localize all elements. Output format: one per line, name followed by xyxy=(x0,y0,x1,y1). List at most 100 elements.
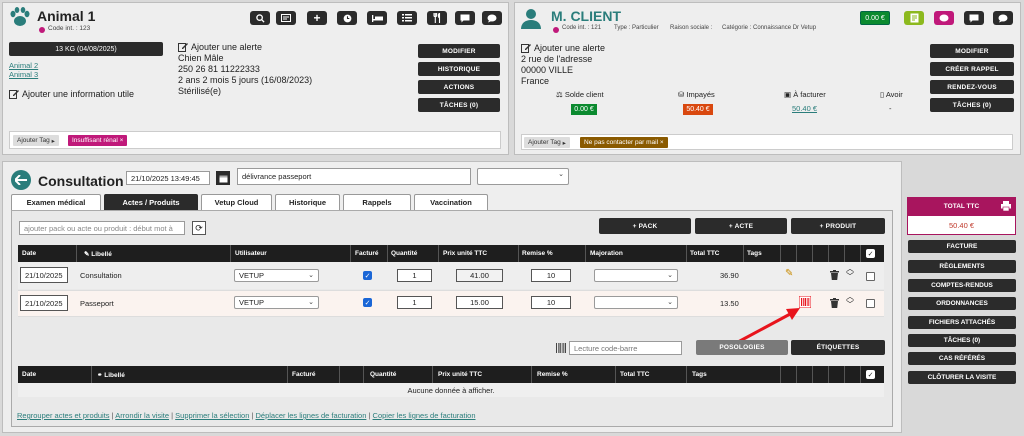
search-icon[interactable] xyxy=(250,11,270,25)
row1-user-select[interactable]: VETUP ⌄ xyxy=(234,269,319,282)
client-tag[interactable]: Ne pas contacter par mail × xyxy=(580,137,668,148)
add-info-link[interactable]: Ajouter une information utile xyxy=(22,89,134,99)
row2-billed-checkbox[interactable]: ✓ xyxy=(363,298,372,307)
row2-majoration-select[interactable]: ⌄ xyxy=(594,296,678,309)
afacturer-label: ▣ À facturer xyxy=(784,90,826,99)
bed-icon[interactable] xyxy=(367,11,387,25)
row1-reorder-icon[interactable]: ︿ ﹀ xyxy=(846,265,854,281)
datetime-input[interactable]: 21/10/2025 13:49:45 xyxy=(126,171,210,185)
appointment-button[interactable]: RENDEZ-VOUS xyxy=(930,80,1014,94)
etiquettes-button[interactable]: ÉTIQUETTES xyxy=(791,340,885,355)
prescriptions-button[interactable]: ORDONNANCES xyxy=(908,297,1016,310)
tab-rappels[interactable]: Rappels xyxy=(343,194,411,210)
animal-tasks-button[interactable]: TÂCHES (0) xyxy=(418,98,500,112)
copy-lines-link[interactable]: Copier les lignes de facturation xyxy=(373,411,476,420)
row1-majoration-select[interactable]: ⌄ xyxy=(594,269,678,282)
refresh-icon[interactable]: ⟳ xyxy=(192,221,206,235)
attached-files-button[interactable]: FICHIERS ATTACHÉS xyxy=(908,316,1016,329)
barcode-input[interactable]: Lecture code-barre xyxy=(569,341,682,355)
animal-actions-button[interactable]: ACTIONS xyxy=(418,80,500,94)
row2-user-select[interactable]: VETUP ⌄ xyxy=(234,296,319,309)
animal-modify-button[interactable]: MODIFIER xyxy=(418,44,500,58)
animal-tag[interactable]: Insuffisant rénal × xyxy=(68,135,128,146)
total-label: TOTAL TTC xyxy=(943,202,980,210)
posologies-button[interactable]: POSOLOGIES xyxy=(696,340,788,355)
visit-type-select[interactable]: ⌄ xyxy=(477,168,569,185)
animal-link-3[interactable]: Animal 3 xyxy=(9,70,38,79)
row2-reorder-icon[interactable]: ︿ ﹀ xyxy=(846,293,854,309)
select-all-checkbox[interactable]: ✓ xyxy=(866,249,875,258)
row1-discount-input[interactable]: 10 xyxy=(531,269,571,282)
select-all-checkbox-2[interactable]: ✓ xyxy=(866,370,875,379)
tab-historique[interactable]: Historique xyxy=(275,194,340,210)
row1-trash-icon[interactable] xyxy=(830,270,839,280)
client-chat-icon[interactable] xyxy=(993,11,1013,25)
id-card-icon[interactable] xyxy=(276,11,296,25)
add-produit-button[interactable]: + PRODUIT xyxy=(791,218,885,234)
tab-examen[interactable]: Examen médical xyxy=(11,194,101,210)
col-user: Utilisateur xyxy=(235,250,267,257)
client-balance-badge[interactable]: 0.00 € xyxy=(860,11,890,25)
client-add-alert-link[interactable]: Ajouter une alerte xyxy=(534,43,605,53)
row1-edit-icon[interactable]: ✎ xyxy=(785,268,793,279)
client-message-icon[interactable] xyxy=(964,11,984,25)
back-icon[interactable] xyxy=(11,170,31,190)
round-visit-link[interactable]: Arrondir la visite xyxy=(115,411,169,420)
calendar-icon[interactable] xyxy=(216,171,230,185)
referred-cases-button[interactable]: CAS RÉFÉRÉS xyxy=(908,352,1016,365)
clock-icon[interactable] xyxy=(337,11,357,25)
row1-billed-checkbox[interactable]: ✓ xyxy=(363,271,372,280)
animal-history-button[interactable]: HISTORIQUE xyxy=(418,62,500,76)
tab-vaccination[interactable]: Vaccination xyxy=(414,194,488,210)
row1-qty-input[interactable]: 1 xyxy=(397,269,432,282)
invoice-button[interactable]: FACTURE xyxy=(908,240,1016,253)
chat-icon[interactable] xyxy=(482,11,502,25)
col2-prix: Prix unité TTC xyxy=(438,371,483,378)
row2-label[interactable]: Passeport xyxy=(80,299,114,308)
note-icon[interactable] xyxy=(904,11,924,25)
move-lines-link[interactable]: Déplacer les lignes de facturation xyxy=(256,411,367,420)
client-add-tag-button[interactable]: Ajouter Tag ▸ xyxy=(524,137,570,148)
cutlery-icon[interactable] xyxy=(427,11,447,25)
add-acte-button[interactable]: + ACTE xyxy=(695,218,787,234)
close-visit-button[interactable]: CLÔTURER LA VISITE xyxy=(908,371,1016,384)
delete-selection-link[interactable]: Supprimer la sélection xyxy=(175,411,249,420)
row1-date-input[interactable]: 21/10/2025 xyxy=(20,267,68,283)
add-pack-button[interactable]: + PACK xyxy=(599,218,691,234)
row2-select-checkbox[interactable] xyxy=(866,299,875,308)
add-tag-button[interactable]: Ajouter Tag ▸ xyxy=(13,135,59,146)
tab-actes[interactable]: Actes / Produits xyxy=(104,194,198,210)
animal-link-2[interactable]: Animal 2 xyxy=(9,61,38,70)
empty-message-row: Aucune donnée à afficher. xyxy=(18,383,884,397)
create-reminder-button[interactable]: CRÉER RAPPEL xyxy=(930,62,1014,76)
sms-icon[interactable] xyxy=(934,11,954,25)
client-edit-alert-icon[interactable] xyxy=(521,43,531,53)
edit-icon[interactable] xyxy=(9,89,19,99)
payments-button[interactable]: RÈGLEMENTS xyxy=(908,260,1016,273)
visit-tasks-button[interactable]: TÂCHES (0) xyxy=(908,334,1016,347)
client-tasks-button[interactable]: TÂCHES (0) xyxy=(930,98,1014,112)
add-item-search[interactable]: ajouter pack ou acte ou produit : début … xyxy=(19,221,185,235)
reason-input[interactable]: délivrance passeport xyxy=(237,168,471,185)
row1-price-input[interactable]: 41.00 xyxy=(456,269,503,282)
barcode-icon xyxy=(556,343,566,353)
row2-qty-input[interactable]: 1 xyxy=(397,296,432,309)
row1-select-checkbox[interactable] xyxy=(866,272,875,281)
tab-vetup-cloud[interactable]: Vetup Cloud xyxy=(201,194,272,210)
weight-badge[interactable]: 13 KG (04/08/2025) xyxy=(9,42,163,56)
print-icon[interactable] xyxy=(1001,201,1011,211)
row2-price-input[interactable]: 15.00 xyxy=(456,296,503,309)
client-modify-button[interactable]: MODIFIER xyxy=(930,44,1014,58)
row2-date-input[interactable]: 21/10/2025 xyxy=(20,295,68,311)
edit-alert-icon[interactable] xyxy=(178,42,188,52)
row2-discount-input[interactable]: 10 xyxy=(531,296,571,309)
afacturer-value[interactable]: 50.40 € xyxy=(792,104,817,113)
add-alert-link[interactable]: Ajouter une alerte xyxy=(191,42,262,52)
row1-label[interactable]: Consultation xyxy=(80,271,122,280)
reports-button[interactable]: COMPTES-RENDUS xyxy=(908,279,1016,292)
group-items-link[interactable]: Regrouper actes et produits xyxy=(17,411,110,420)
message-icon[interactable] xyxy=(455,11,475,25)
row2-trash-icon[interactable] xyxy=(830,298,839,308)
plus-icon[interactable]: + xyxy=(307,11,327,25)
list-icon[interactable] xyxy=(397,11,417,25)
